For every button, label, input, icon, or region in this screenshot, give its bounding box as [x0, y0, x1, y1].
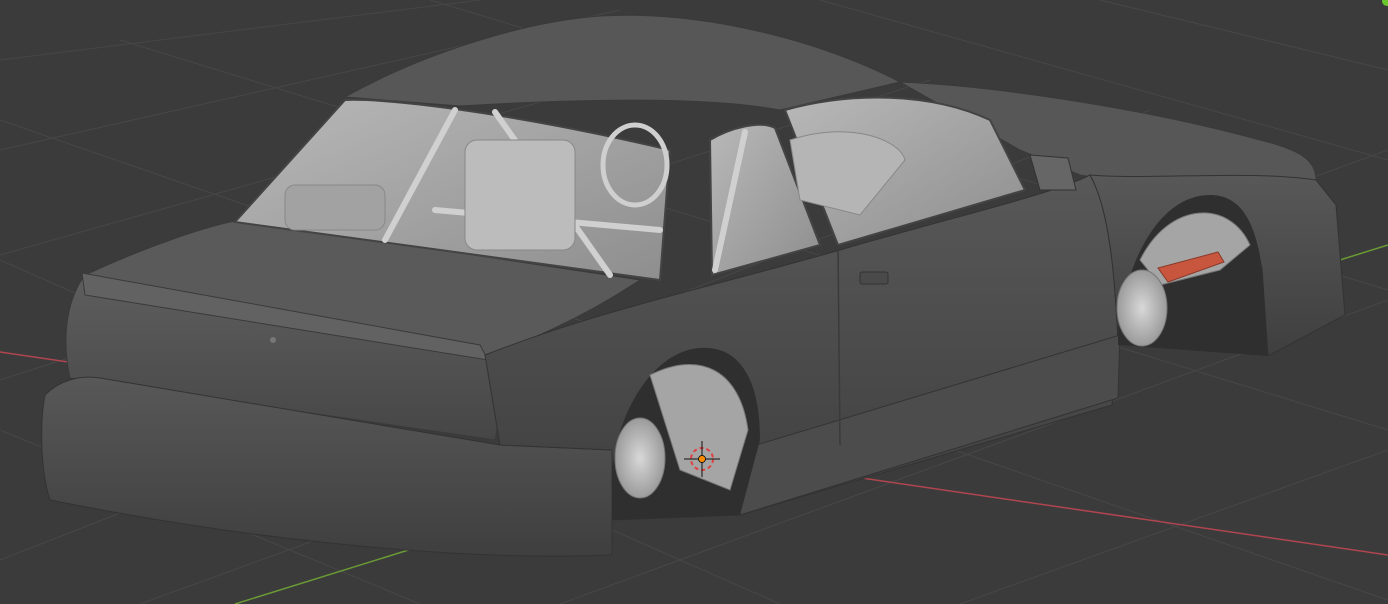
object-origin [698, 455, 706, 463]
driver-seat [464, 139, 576, 251]
trunk-lock [270, 337, 276, 343]
car-roof [343, 14, 902, 111]
rear-wheel-hub [614, 417, 666, 499]
3d-viewport[interactable] [0, 0, 1388, 604]
viewport-scene[interactable] [0, 0, 1388, 604]
front-wheel-hub [1116, 269, 1168, 347]
door-handle [859, 271, 889, 285]
rear-seat [284, 184, 386, 231]
